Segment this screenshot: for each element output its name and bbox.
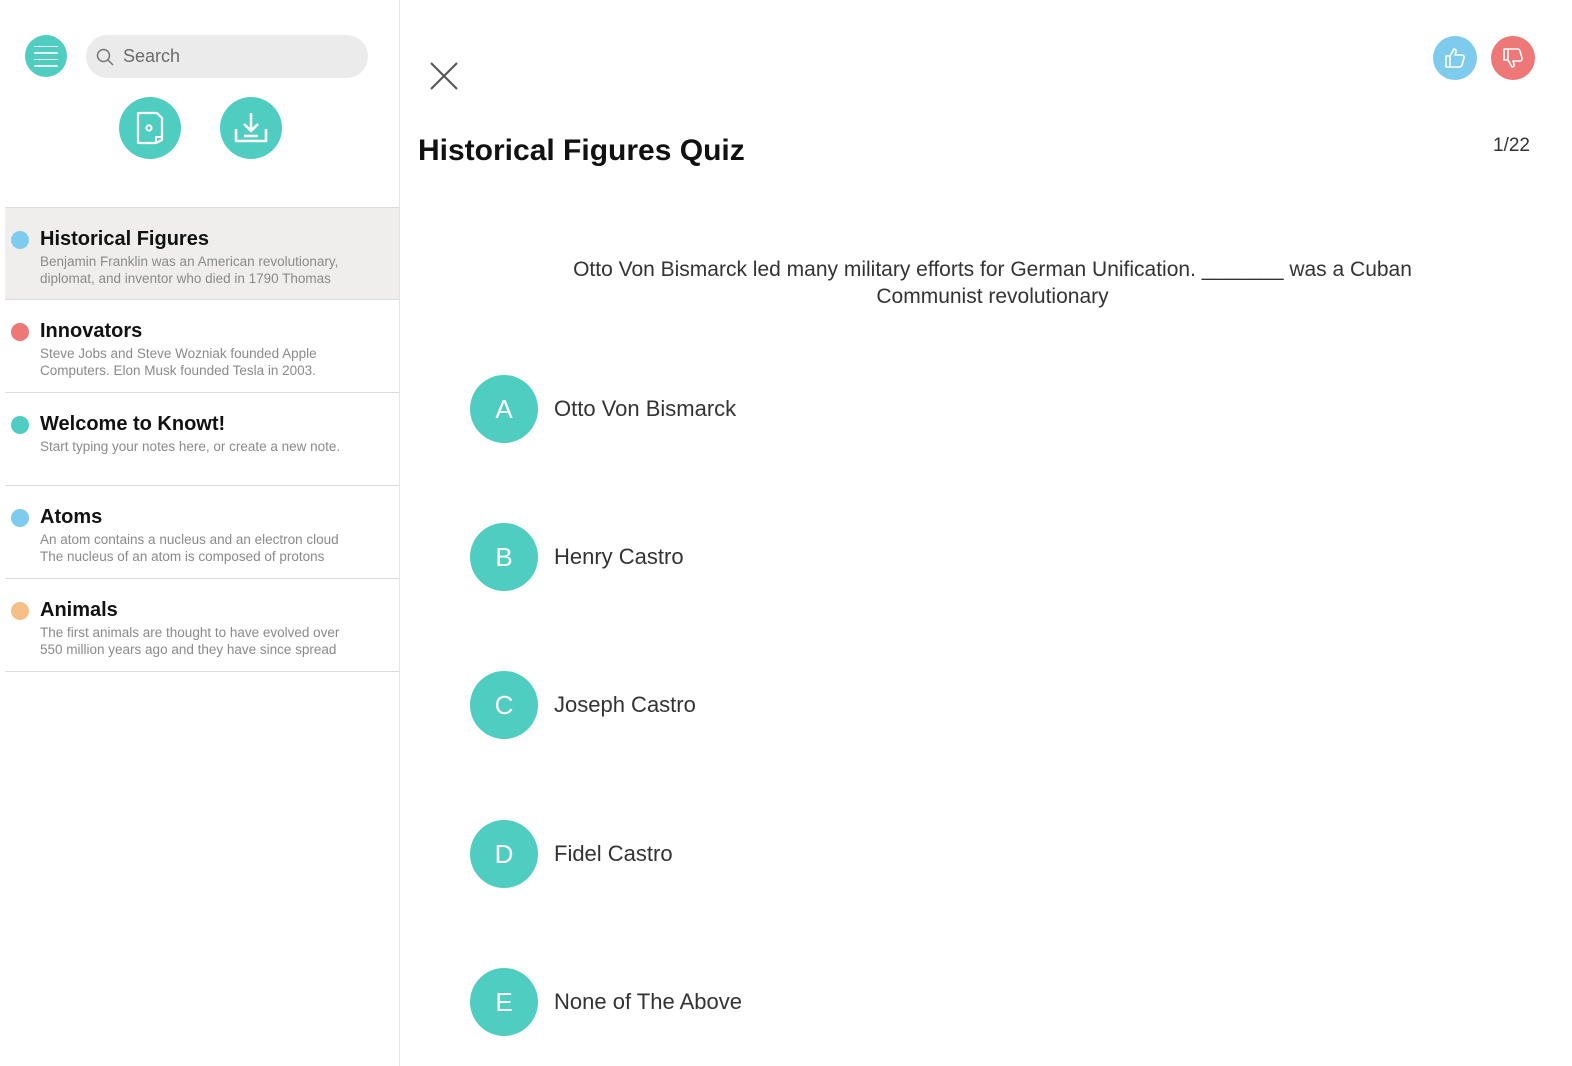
note-item-welcome[interactable]: Welcome to Knowt! Start typing your note… — [5, 393, 399, 486]
note-list: Historical Figures Benjamin Franklin was… — [5, 207, 399, 672]
app-window: Historical Figures Benjamin Franklin was… — [0, 0, 1572, 1066]
menu-button[interactable] — [25, 35, 67, 77]
note-color-dot — [11, 323, 29, 341]
option-label: None of The Above — [554, 989, 742, 1014]
option-label: Otto Von Bismarck — [554, 396, 737, 421]
note-title: Historical Figures — [40, 228, 209, 250]
option-letter-badge: C — [470, 671, 538, 739]
download-button[interactable] — [220, 97, 282, 159]
note-item-innovators[interactable]: Innovators Steve Jobs and Steve Wozniak … — [5, 300, 399, 393]
option-label: Joseph Castro — [554, 692, 696, 717]
close-icon — [430, 62, 458, 90]
option-letter-badge: D — [470, 820, 538, 888]
answer-option-c[interactable]: C Joseph Castro — [470, 671, 1070, 739]
answer-option-a[interactable]: A Otto Von Bismarck — [470, 375, 1070, 443]
question-text: Otto Von Bismarck led many military effo… — [573, 258, 1412, 308]
thumbs-down-icon — [1503, 48, 1523, 68]
note-preview: Start typing your notes here, or create … — [40, 439, 341, 454]
quiz-panel: Historical Figures Quiz 1/22 Otto Von Bi… — [400, 0, 1572, 1066]
note-title: Innovators — [40, 320, 143, 342]
answer-option-e[interactable]: E None of The Above — [470, 968, 1070, 1036]
quiz-title: Historical Figures Quiz — [418, 134, 745, 167]
search-icon — [96, 48, 114, 66]
new-note-button[interactable] — [119, 97, 181, 159]
download-icon — [234, 113, 268, 143]
note-title: Atoms — [40, 506, 103, 528]
option-letter-badge: B — [470, 523, 538, 591]
note-preview: Steve Jobs and Steve Wozniak founded App… — [40, 346, 317, 378]
note-color-dot — [11, 416, 29, 434]
option-letter-badge: E — [470, 968, 538, 1036]
note-title: Animals — [40, 599, 118, 621]
note-preview: An atom contains a nucleus and an electr… — [40, 532, 339, 564]
note-item-animals[interactable]: Animals The first animals are thought to… — [5, 579, 399, 672]
note-color-dot — [11, 602, 29, 620]
close-quiz-button[interactable] — [428, 60, 460, 92]
note-color-dot — [11, 231, 29, 249]
note-title: Welcome to Knowt! — [40, 413, 226, 435]
hamburger-menu-icon — [34, 45, 58, 47]
search-bar[interactable] — [86, 35, 368, 78]
thumbs-up-button[interactable] — [1433, 36, 1477, 80]
option-letter-badge: A — [470, 375, 538, 443]
sidebar: Historical Figures Benjamin Franklin was… — [0, 0, 400, 1066]
thumbs-down-button[interactable] — [1491, 36, 1535, 80]
note-preview: The first animals are thought to have ev… — [40, 625, 340, 657]
option-label: Fidel Castro — [554, 841, 673, 866]
note-preview: Benjamin Franklin was an American revolu… — [40, 254, 339, 286]
option-label: Henry Castro — [554, 544, 684, 569]
note-color-dot — [11, 509, 29, 527]
note-item-historical-figures[interactable]: Historical Figures Benjamin Franklin was… — [5, 207, 399, 300]
new-document-icon — [136, 111, 164, 145]
thumbs-up-icon — [1445, 48, 1465, 68]
answer-option-d[interactable]: D Fidel Castro — [470, 820, 1070, 888]
question-progress: 1/22 — [1493, 135, 1530, 156]
search-input[interactable] — [123, 46, 353, 67]
answer-option-b[interactable]: B Henry Castro — [470, 523, 1070, 591]
note-item-atoms[interactable]: Atoms An atom contains a nucleus and an … — [5, 486, 399, 579]
